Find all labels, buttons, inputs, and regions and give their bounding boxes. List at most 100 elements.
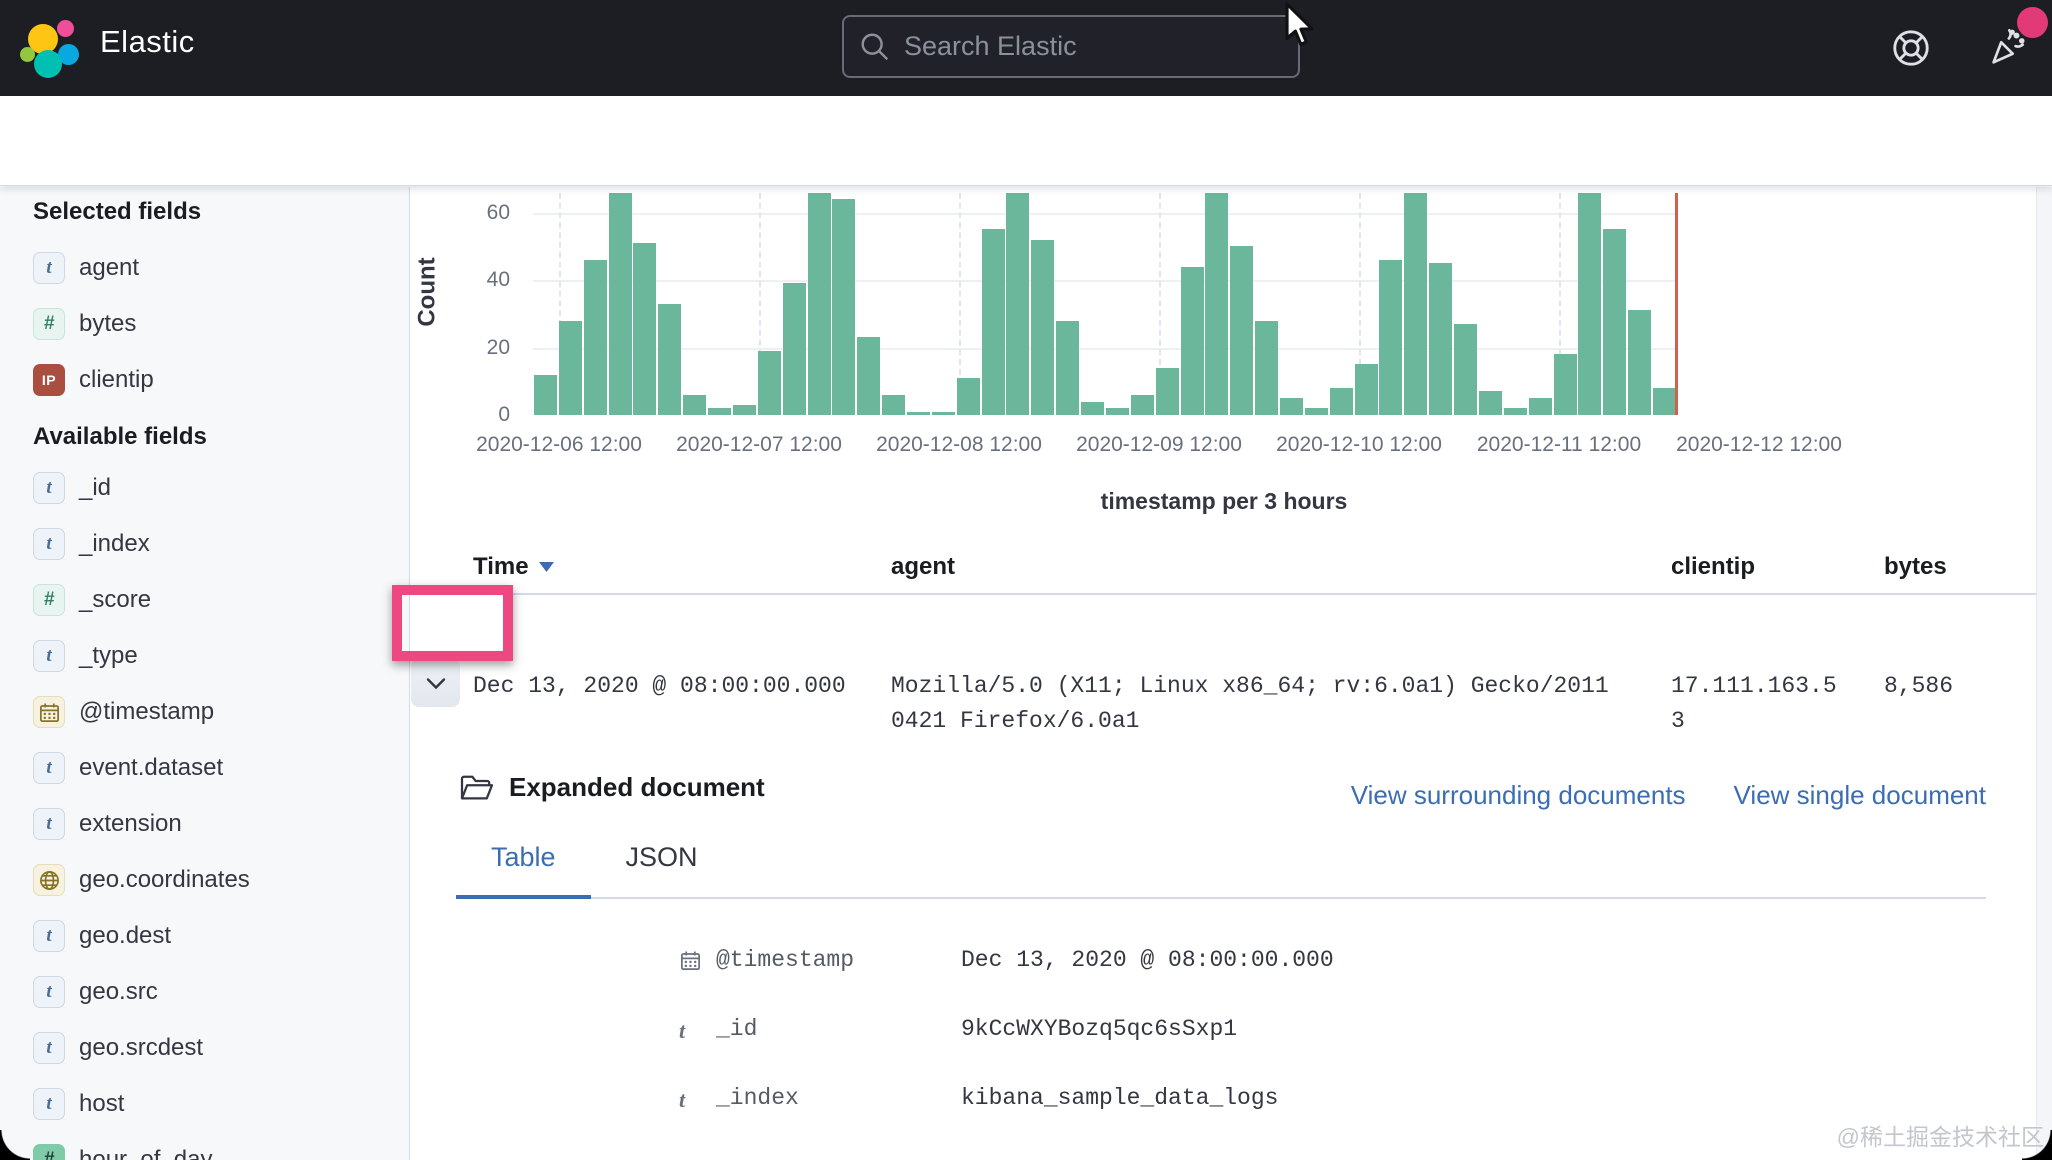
sort-desc-icon (539, 562, 554, 572)
x-tick-label: 2020-12-11 12:00 (1449, 433, 1669, 457)
histogram-bar (633, 243, 656, 415)
gridline-y (533, 348, 1676, 350)
x-tick-label: 2020-12-12 12:00 (1649, 433, 1869, 457)
field-item-clientip[interactable]: IPclientip (33, 364, 409, 396)
field-name: bytes (79, 310, 136, 338)
histogram-bar (733, 405, 756, 415)
view-single-document-link[interactable]: View single document (1734, 780, 1986, 811)
field-item-extension[interactable]: textension (33, 808, 409, 840)
field-item-_index[interactable]: t_index (33, 528, 409, 560)
calendar-icon (679, 949, 707, 977)
vertical-scrollbar[interactable] (2036, 187, 2052, 1160)
histogram-bar (1006, 193, 1029, 415)
doc-field-name: @timestamp (716, 947, 854, 973)
field-item-geo.src[interactable]: tgeo.src (33, 976, 409, 1008)
logo-blob-green (20, 47, 35, 62)
available-fields-list: t_idt_index#_scoret_type@timestamptevent… (33, 472, 409, 1160)
histogram-bar (808, 193, 831, 415)
elastic-logo-icon[interactable] (18, 14, 82, 82)
histogram-bar (907, 412, 930, 415)
column-header-agent[interactable]: agent (891, 553, 955, 581)
field-item-bytes[interactable]: #bytes (33, 308, 409, 340)
brand-title: Elastic (100, 24, 195, 60)
doc-field-value: kibana_sample_data_logs (961, 1085, 1278, 1111)
column-header-time[interactable]: Time (473, 553, 554, 581)
global-search[interactable] (842, 15, 1300, 78)
top-bar: Elastic (0, 0, 2052, 96)
expanded-document-section: Expanded document View surrounding docum… (411, 764, 2037, 1160)
doc-viewer-tabs: TableJSON (456, 824, 1986, 899)
field-item-_type[interactable]: t_type (33, 640, 409, 672)
gridline-y (533, 213, 1676, 215)
histogram-chart: Count 02040602020-12-06 12:002020-12-07 … (411, 187, 2037, 527)
field-name: geo.src (79, 978, 158, 1006)
field-item-hour_of_day[interactable]: #hour_of_day (33, 1144, 409, 1160)
expanded-document-title: Expanded document (459, 772, 765, 803)
histogram-bar (534, 375, 557, 416)
doc-field-row-@timestamp: @timestamp Dec 13, 2020 @ 08:00:00.000 (411, 947, 2037, 983)
histogram-bar (1454, 324, 1477, 415)
chart-title: timestamp per 3 hours (411, 488, 2037, 515)
doc-field-value: Dec 13, 2020 @ 08:00:00.000 (961, 947, 1334, 973)
field-item-_score[interactable]: # _score (33, 584, 409, 616)
field-name: clientip (79, 366, 154, 394)
field-name: extension (79, 810, 182, 838)
view-surrounding-documents-link[interactable]: View surrounding documents (1351, 780, 1686, 811)
text-field-icon: t (33, 752, 65, 784)
field-item-host[interactable]: thost (33, 1088, 409, 1120)
expanded-document-links: View surrounding documents View single do… (1351, 780, 1986, 811)
histogram-bar (1479, 391, 1502, 415)
watermark: @稀土掘金技术社区 (1837, 1118, 2044, 1152)
column-header-bytes[interactable]: bytes (1884, 553, 1947, 581)
histogram-bar (1429, 263, 1452, 415)
field-item-_id[interactable]: t_id (33, 472, 409, 504)
text-field-icon: t (33, 528, 65, 560)
histogram-bar (683, 395, 706, 415)
current-time-marker (1675, 193, 1678, 415)
field-name: _score (79, 586, 151, 614)
cell-clientip: 17.111.163.53 (1671, 669, 1841, 739)
histogram-bar (1280, 398, 1303, 415)
histogram-bar (1205, 193, 1228, 415)
histogram-bar (1056, 321, 1079, 416)
gridline-y (533, 280, 1676, 282)
field-name: geo.srcdest (79, 1034, 203, 1062)
y-tick-label: 0 (440, 403, 510, 427)
histogram-bar (1081, 402, 1104, 416)
histogram-bar (982, 229, 1005, 415)
search-input[interactable] (904, 31, 1284, 62)
text-field-icon: t (33, 920, 65, 952)
column-header-clientip[interactable]: clientip (1671, 553, 1755, 581)
field-name: _id (79, 474, 111, 502)
column-label: bytes (1884, 553, 1947, 581)
field-item-event.dataset[interactable]: tevent.dataset (33, 752, 409, 784)
tab-json[interactable]: JSON (591, 824, 733, 899)
annotation-highlight-box (392, 585, 513, 661)
tab-table[interactable]: Table (456, 824, 591, 899)
kibana-discover-screen: Elastic D Discover / agent_ip_bytes NewS… (0, 0, 2052, 1160)
document-row: Dec 13, 2020 @ 08:00:00.000Mozilla/5.0 (… (411, 595, 2037, 725)
histogram-bar (1404, 193, 1427, 415)
histogram-bar (559, 321, 582, 416)
text-field-icon: t (33, 1088, 65, 1120)
field-item-agent[interactable]: tagent (33, 252, 409, 284)
selected-fields-list: tagent #bytes IPclientip (33, 252, 409, 396)
field-item-geo.coordinates[interactable]: geo.coordinates (33, 864, 409, 896)
screen-corner (0, 1130, 30, 1160)
histogram-bar (758, 351, 781, 415)
y-tick-label: 20 (440, 336, 510, 360)
histogram-bar (1529, 398, 1552, 415)
field-item-geo.dest[interactable]: tgeo.dest (33, 920, 409, 952)
expand-row-toggle[interactable] (411, 659, 460, 707)
logo-blob-teal (34, 50, 62, 78)
text-field-icon: t (33, 640, 65, 672)
fields-sidebar: Selected fields tagent#bytesIPclientip A… (0, 187, 410, 1160)
histogram-bar (1305, 408, 1328, 415)
field-item-geo.srcdest[interactable]: t geo.srcdest (33, 1032, 409, 1064)
field-item-@timestamp[interactable]: @timestamp (33, 696, 409, 728)
help-icon[interactable] (1890, 27, 1932, 69)
number-field-icon: # (33, 584, 65, 616)
text-field-icon: t (33, 1032, 65, 1064)
cell-time: Dec 13, 2020 @ 08:00:00.000 (473, 669, 873, 704)
search-icon (858, 30, 892, 64)
